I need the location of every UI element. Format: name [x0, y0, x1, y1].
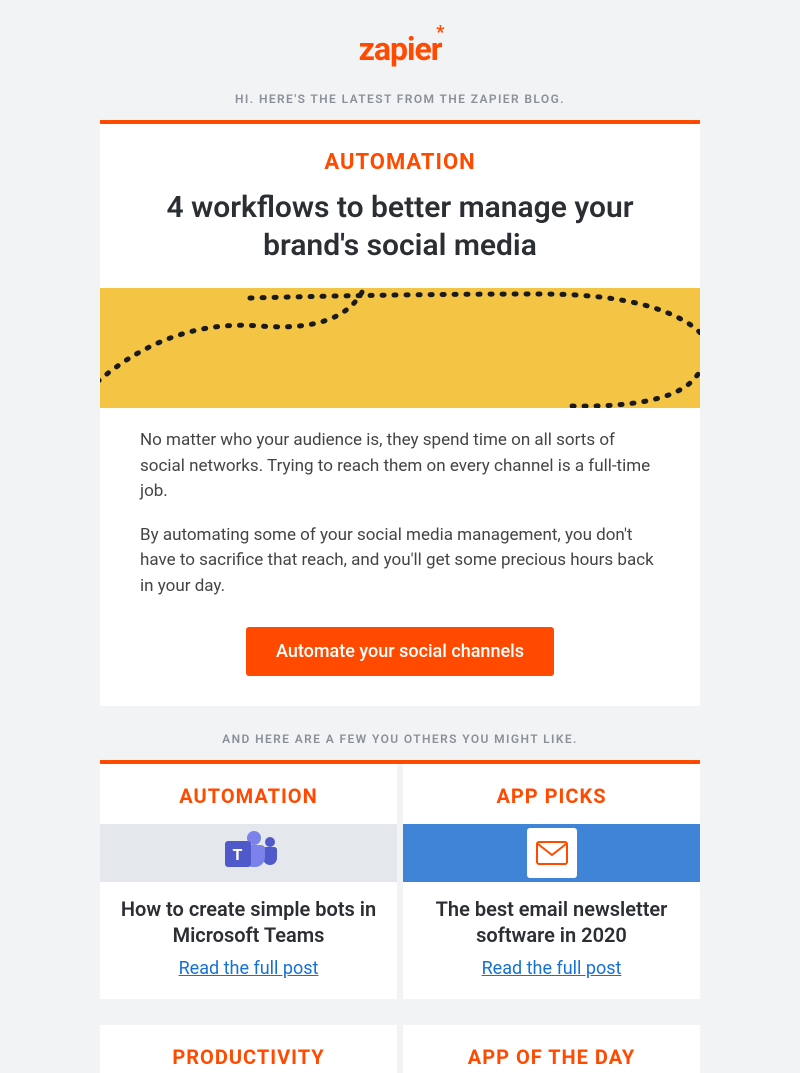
feature-category: AUTOMATION	[100, 124, 700, 175]
article-image: T	[100, 824, 397, 882]
teams-icon: T	[223, 831, 275, 875]
feature-para-2: By automating some of your social media …	[140, 523, 660, 600]
article-category: PRODUCTIVITY	[100, 1025, 397, 1073]
article-category: AUTOMATION	[100, 764, 397, 824]
logo[interactable]: zapier *	[100, 30, 700, 68]
article-title: How to create simple bots in Microsoft T…	[100, 882, 397, 954]
article-title: The best email newsletter software in 20…	[403, 882, 700, 954]
logo-text: zapier	[359, 30, 442, 68]
feature-body: No matter who your audience is, they spe…	[100, 408, 700, 599]
feature-card: AUTOMATION 4 workflows to better manage …	[100, 124, 700, 706]
article-image	[403, 824, 700, 882]
mail-icon	[527, 828, 577, 878]
article-card: PRODUCTIVITY	[100, 1025, 397, 1073]
article-card: APP OF THE DAY	[403, 1025, 700, 1073]
article-card: AUTOMATION T How to create simple bots i…	[100, 764, 397, 999]
article-category: APP OF THE DAY	[403, 1025, 700, 1073]
feature-para-1: No matter who your audience is, they spe…	[140, 428, 660, 505]
article-category: APP PICKS	[403, 764, 700, 824]
article-card: APP PICKS The best email newsletter soft…	[403, 764, 700, 999]
feature-headline: 4 workflows to better manage your brand'…	[100, 175, 700, 288]
logo-asterisk-icon: *	[436, 24, 443, 42]
feature-cta-button[interactable]: Automate your social channels	[246, 627, 554, 676]
secondary-intro-text: AND HERE ARE A FEW YOU OTHERS YOU MIGHT …	[100, 732, 700, 746]
read-post-link[interactable]: Read the full post	[100, 954, 397, 999]
article-grid-2: PRODUCTIVITY APP OF THE DAY	[100, 1025, 700, 1073]
intro-text: HI. HERE'S THE LATEST FROM THE ZAPIER BL…	[100, 92, 700, 106]
article-grid: AUTOMATION T How to create simple bots i…	[100, 764, 700, 999]
feature-image	[100, 288, 700, 408]
read-post-link[interactable]: Read the full post	[403, 954, 700, 999]
